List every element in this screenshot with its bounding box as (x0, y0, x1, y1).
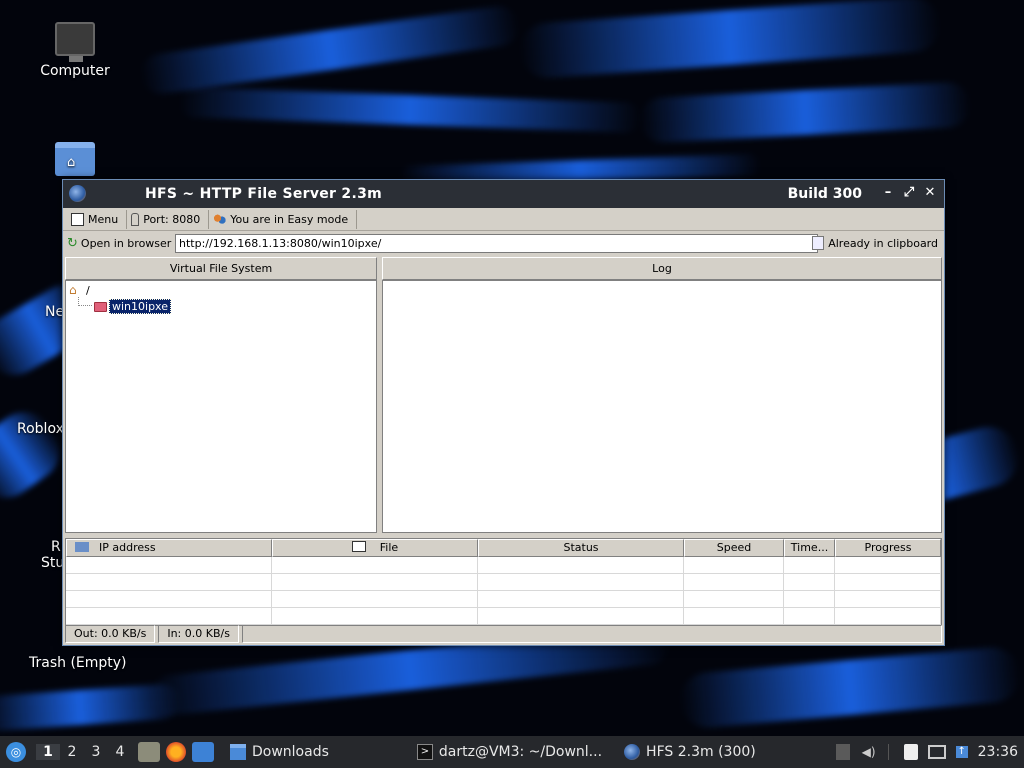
window-title: HFS ~ HTTP File Server 2.3m (145, 186, 383, 202)
file-icon (351, 541, 366, 552)
folder-icon (230, 744, 246, 760)
workspace-2[interactable]: 2 (60, 744, 84, 760)
status-empty (241, 625, 942, 643)
table-row (66, 574, 941, 591)
plug-icon (131, 212, 140, 226)
vfs-tree[interactable]: ⌂ / win10ipxe (65, 280, 377, 533)
desktop-icon-label: Computer (40, 63, 110, 79)
home-folder-icon: ⌂ (55, 142, 95, 176)
open-in-browser-label: Open in browser (80, 236, 172, 250)
log-pane: Log (382, 257, 942, 533)
update-icon[interactable]: ↑ (955, 746, 968, 758)
users-icon (213, 212, 227, 226)
status-out: Out: 0.0 KB/s (65, 625, 156, 643)
col-file[interactable]: File (272, 539, 478, 557)
port-button[interactable]: Port: 8080 (127, 209, 210, 229)
maximize-button[interactable]: ⤢ (901, 185, 917, 201)
vfs-folder-label: win10ipxe (109, 299, 171, 314)
open-in-browser-button[interactable]: ↻ Open in browser (67, 236, 173, 251)
connections-header: IP address File Status Speed Time... Pro… (66, 539, 941, 557)
task-label: HFS 2.3m (300) (646, 744, 756, 760)
window-titlebar[interactable]: HFS ~ HTTP File Server 2.3m Build 300 – … (63, 180, 944, 208)
system-tray: ◀) ↑ 23:36 (835, 736, 1024, 768)
vfs-root-label: / (86, 284, 90, 297)
desktop-icon-home[interactable]: ⌂ (55, 142, 95, 176)
refresh-icon: ↻ (67, 235, 78, 251)
vfs-root-node[interactable]: ⌂ / (69, 283, 90, 298)
log-header: Log (382, 257, 942, 280)
task-label: dartz@VM3: ~/Downl... (438, 744, 603, 760)
task-label: Downloads (252, 744, 329, 760)
col-speed[interactable]: Speed (684, 539, 784, 557)
port-label: Port: 8080 (143, 212, 201, 226)
mode-label: You are in Easy mode (230, 212, 349, 226)
status-bar: Out: 0.0 KB/s In: 0.0 KB/s (65, 625, 942, 643)
app-menu-icon: ◎ (10, 745, 22, 759)
col-ip-label: IP address (99, 541, 156, 554)
hfs-window: HFS ~ HTTP File Server 2.3m Build 300 – … (62, 179, 945, 646)
desktop-icon-label: Trash (Empty) (29, 655, 127, 671)
log-area[interactable] (382, 280, 942, 533)
table-row (66, 557, 941, 574)
clipboard-label: Already in clipboard (828, 236, 938, 250)
col-progress[interactable]: Progress (835, 539, 941, 557)
home-icon: ⌂ (69, 283, 77, 297)
url-bar: ↻ Open in browser Already in clipboard (63, 231, 944, 255)
toolbar: Menu Port: 8080 You are in Easy mode (63, 208, 944, 231)
menu-button[interactable]: Menu (67, 209, 128, 229)
col-ip-address[interactable]: IP address (66, 539, 272, 557)
monitor-icon (55, 22, 95, 62)
workspace-4[interactable]: 4 (108, 744, 132, 760)
table-row (66, 608, 941, 625)
desktop-icon-label: Roblox (17, 421, 64, 437)
terminal-icon: > (416, 744, 433, 760)
hfs-app-icon (69, 185, 86, 202)
task-terminal[interactable]: > dartz@VM3: ~/Downl... (411, 738, 608, 766)
connections-table[interactable]: IP address File Status Speed Time... Pro… (65, 538, 942, 626)
tree-connector (78, 297, 92, 306)
window-build: Build 300 (787, 186, 862, 202)
vfs-folder-node[interactable]: win10ipxe (94, 299, 171, 314)
clipboard-tray-icon[interactable] (903, 744, 918, 760)
vfs-pane: Virtual File System ⌂ / win10ipxe (65, 257, 377, 533)
workspace-3[interactable]: 3 (84, 744, 108, 760)
table-row (66, 591, 941, 608)
menu-label: Menu (88, 212, 119, 226)
hfs-app-icon (624, 744, 641, 760)
clipboard-icon (812, 236, 825, 250)
col-file-label: File (379, 541, 399, 554)
menu-icon (71, 212, 84, 226)
main-panes: Virtual File System ⌂ / win10ipxe Log (65, 257, 942, 533)
usb-icon[interactable] (835, 744, 850, 760)
start-menu-button[interactable]: ◎ (6, 742, 26, 762)
url-field[interactable] (175, 234, 818, 253)
vfs-header: Virtual File System (65, 257, 377, 280)
firefox-launcher-icon[interactable] (166, 742, 186, 762)
desktop-icon-computer[interactable]: Computer (30, 22, 120, 80)
status-in: In: 0.0 KB/s (158, 625, 239, 643)
desktop-launcher-icon[interactable] (192, 742, 214, 762)
network-icon (75, 542, 89, 552)
task-hfs[interactable]: HFS 2.3m (300) (618, 738, 762, 766)
close-button[interactable]: ✕ (922, 185, 938, 201)
volume-icon[interactable]: ◀) (860, 744, 878, 760)
workspace-1[interactable]: 1 (36, 744, 60, 760)
mode-button[interactable]: You are in Easy mode (209, 209, 358, 229)
col-time[interactable]: Time... (784, 539, 835, 557)
clock[interactable]: 23:36 (978, 744, 1018, 760)
file-manager-launcher-icon[interactable] (138, 742, 160, 762)
tray-divider (887, 744, 892, 760)
folder-icon (94, 301, 107, 312)
clipboard-button[interactable]: Already in clipboard (812, 236, 938, 250)
desktop-icon-trash[interactable]: Trash (Empty) (26, 654, 130, 672)
desktop-icon-roblox[interactable]: Roblox (14, 420, 67, 438)
col-status[interactable]: Status (478, 539, 684, 557)
minimize-button[interactable]: – (880, 185, 896, 201)
taskbar: ◎ 1 2 3 4 Downloads > dartz@VM3: ~/Downl… (0, 736, 1024, 768)
network-icon[interactable] (927, 745, 946, 759)
task-downloads[interactable]: Downloads (224, 738, 335, 766)
